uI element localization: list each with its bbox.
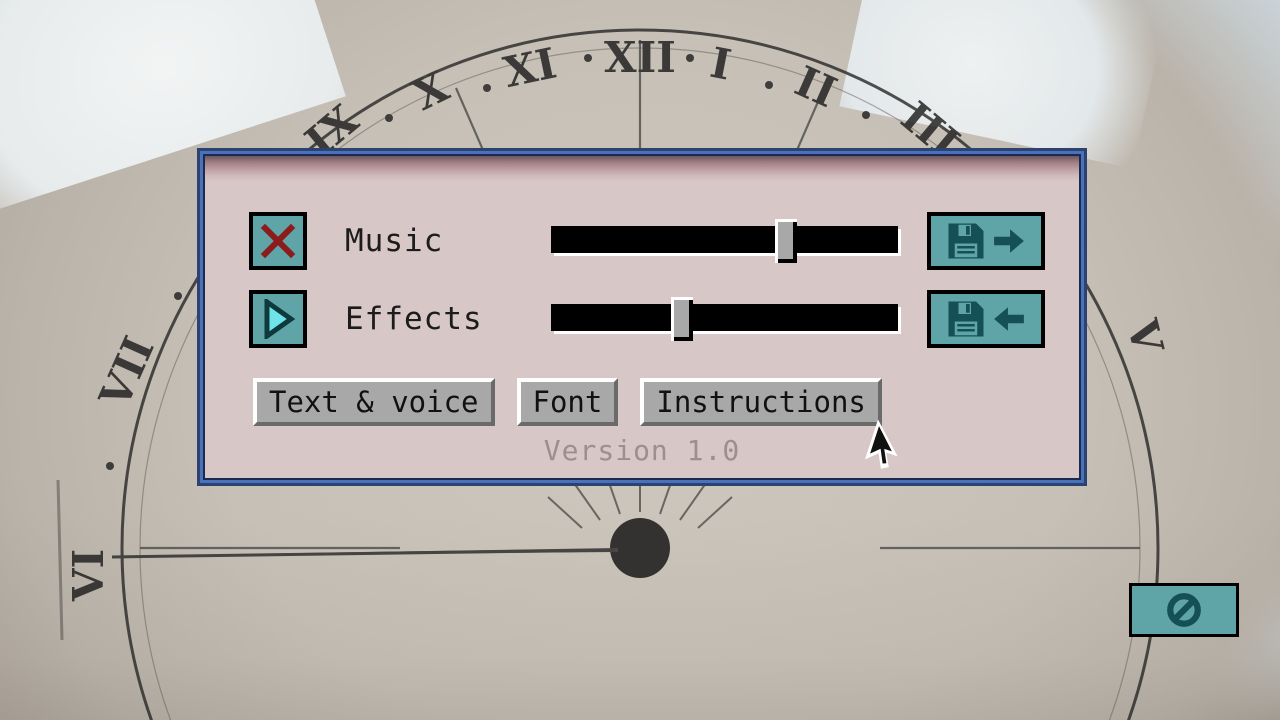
version-label: Version 1.0 [543,434,741,467]
svg-text:V: V [1117,314,1173,360]
effects-load-button[interactable] [927,290,1045,348]
dialog-content: Music Effects Text & voice Font Instruct… [205,156,1079,478]
floppy-disk-icon [948,223,984,259]
dialog-border-outer: Music Effects Text & voice Font Instruct… [200,151,1084,483]
effects-toggle-button[interactable] [249,290,307,348]
effects-volume-slider[interactable] [551,297,901,341]
effects-load-face [931,294,1041,344]
close-button-face [1132,586,1236,634]
text-and-voice-button[interactable]: Text & voice [253,378,495,426]
music-toggle-face [253,216,303,266]
music-save-face [931,216,1041,266]
music-label: Music [345,222,444,259]
font-button[interactable]: Font [516,378,619,426]
arrow-left-icon [994,307,1024,331]
options-dialog: Music Effects Text & voice Font Instruct… [197,148,1087,486]
close-button[interactable] [1129,583,1239,637]
option-row-music: Music [249,212,1045,270]
svg-text:I: I [706,38,735,90]
prohibited-circle-slash-icon [1167,593,1201,627]
play-triangle-icon [264,299,296,339]
dialog-border-inner: Music Effects Text & voice Font Instruct… [203,154,1081,480]
music-slider-track [551,226,898,253]
music-slider-thumb[interactable] [775,219,797,263]
music-volume-slider[interactable] [551,219,901,263]
svg-text:XI: XI [499,38,560,97]
effects-label: Effects [345,300,483,337]
option-row-effects: Effects [249,290,1045,348]
dialog-top-gradient [205,156,1079,182]
svg-text:II: II [788,56,844,117]
svg-text:X: X [405,62,456,121]
svg-text:VI: VI [64,549,113,602]
game-screen: XII XI X IX I II III V VII VI Music Effe… [0,0,1280,720]
effects-toggle-face [253,294,303,344]
dialog-button-row: Text & voice Font Instructions [253,378,882,426]
svg-text:XII: XII [604,33,676,82]
svg-text:VII: VII [89,329,163,416]
instructions-button[interactable]: Instructions [640,378,882,426]
effects-slider-thumb[interactable] [671,297,693,341]
arrow-right-icon [994,229,1024,253]
x-cross-icon [260,223,296,259]
music-toggle-button[interactable] [249,212,307,270]
floppy-disk-icon [948,301,984,337]
music-save-button[interactable] [927,212,1045,270]
effects-slider-track [551,304,898,331]
